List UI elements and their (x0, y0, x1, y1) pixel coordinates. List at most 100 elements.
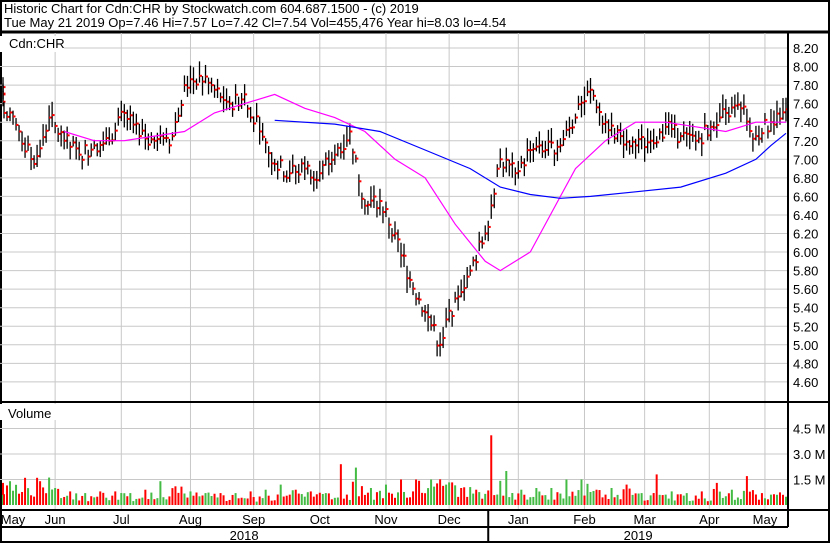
volume-bar (721, 497, 724, 505)
volume-bar (775, 494, 778, 505)
volume-bar (451, 482, 454, 505)
volume-bar (769, 494, 772, 505)
volume-bar (144, 489, 147, 505)
volume-bar (676, 494, 679, 505)
volume-bar (9, 481, 12, 505)
volume-bar (466, 496, 469, 505)
volume-bar (553, 499, 556, 505)
volume-bar (736, 497, 739, 505)
volume-bar (261, 498, 264, 505)
volume-bar (213, 493, 216, 505)
volume-bar (300, 494, 303, 505)
volume-bar (327, 493, 330, 505)
volume-bar (724, 496, 727, 505)
volume-bar (225, 501, 228, 505)
volume-bar (472, 493, 475, 505)
volume-bar (649, 495, 652, 505)
volume-bar (189, 491, 192, 505)
volume-bar (30, 495, 33, 505)
volume-bar (439, 479, 442, 505)
price-tick-label: 8.00 (793, 60, 818, 75)
volume-bar (625, 484, 628, 505)
volume-bar (378, 490, 381, 505)
year-label: 2018 (230, 528, 259, 543)
volume-bar (228, 499, 231, 505)
volume-bar (222, 495, 225, 505)
volume-bar (730, 489, 733, 505)
volume-bar (589, 491, 592, 505)
volume-bar (538, 491, 541, 505)
volume-bar (766, 499, 769, 505)
volume-bar (619, 499, 622, 505)
volume-bar (183, 493, 186, 505)
chart-header-title: Historic Chart for Cdn:CHR by Stockwatch… (4, 1, 419, 16)
volume-bar (150, 492, 153, 505)
volume-bar (276, 494, 279, 505)
month-label: Apr (699, 512, 720, 527)
volume-bar (655, 474, 658, 505)
volume-bar (375, 492, 378, 505)
volume-bar (499, 480, 502, 505)
volume-bar (48, 477, 51, 505)
volume-bar (342, 498, 345, 505)
volume-bar (463, 487, 466, 505)
volume-bar (105, 497, 108, 505)
volume-bar (436, 483, 439, 505)
volume-bar (36, 477, 39, 505)
volume-bar (153, 499, 156, 505)
volume-bar (415, 479, 418, 505)
volume-bar (754, 494, 757, 505)
volume-bar (586, 483, 589, 505)
stock-chart: Historic Chart for Cdn:CHR by Stockwatch… (0, 0, 830, 543)
volume-bar (87, 501, 90, 505)
volume-bar (697, 498, 700, 505)
volume-bar (84, 493, 87, 505)
volume-bar (159, 481, 162, 505)
volume-bar (550, 488, 553, 505)
volume-bar (339, 464, 342, 505)
volume-bar (583, 495, 586, 505)
volume-bar (673, 500, 676, 505)
price-tick-label: 5.80 (793, 264, 818, 279)
price-tick-label: 6.00 (793, 245, 818, 260)
volume-bar (171, 488, 174, 505)
volume-bar (508, 497, 511, 505)
volume-bar (195, 492, 198, 505)
volume-bar (751, 490, 754, 505)
volume-bar (403, 491, 406, 505)
chart-header-quote: Tue May 21 2019 Op=7.46 Hi=7.57 Lo=7.42 … (4, 15, 506, 30)
volume-bar (147, 499, 150, 505)
volume-bar (679, 494, 682, 505)
volume-bar (27, 488, 30, 505)
volume-bar (333, 497, 336, 505)
price-panel-title: Cdn:CHR (9, 36, 65, 51)
volume-bar (258, 496, 261, 505)
volume-bar (556, 492, 559, 505)
volume-bar (306, 492, 309, 505)
volume-bar (703, 498, 706, 505)
volume-bar (219, 493, 222, 505)
volume-bar (400, 479, 403, 505)
volume-tick-label: 3.0 M (793, 447, 826, 462)
volume-bar (763, 498, 766, 505)
price-tick-label: 4.80 (793, 356, 818, 371)
volume-bar (264, 489, 267, 505)
volume-bar (207, 492, 210, 505)
volume-bar (481, 498, 484, 505)
volume-bar (685, 493, 688, 505)
volume-bar (369, 488, 372, 505)
volume-bar (321, 493, 324, 505)
volume-bar (312, 496, 315, 505)
volume-bar (424, 493, 427, 505)
volume-bar (637, 493, 640, 505)
price-tick-label: 6.40 (793, 208, 818, 223)
volume-bar (433, 486, 436, 505)
volume-bar (387, 492, 390, 505)
volume-bar (706, 501, 709, 505)
volume-bar (532, 496, 535, 505)
volume-bar (670, 491, 673, 505)
month-label: Feb (573, 512, 595, 527)
price-tick-label: 6.20 (793, 227, 818, 242)
volume-bar (487, 490, 490, 505)
volume-bar (523, 494, 526, 505)
